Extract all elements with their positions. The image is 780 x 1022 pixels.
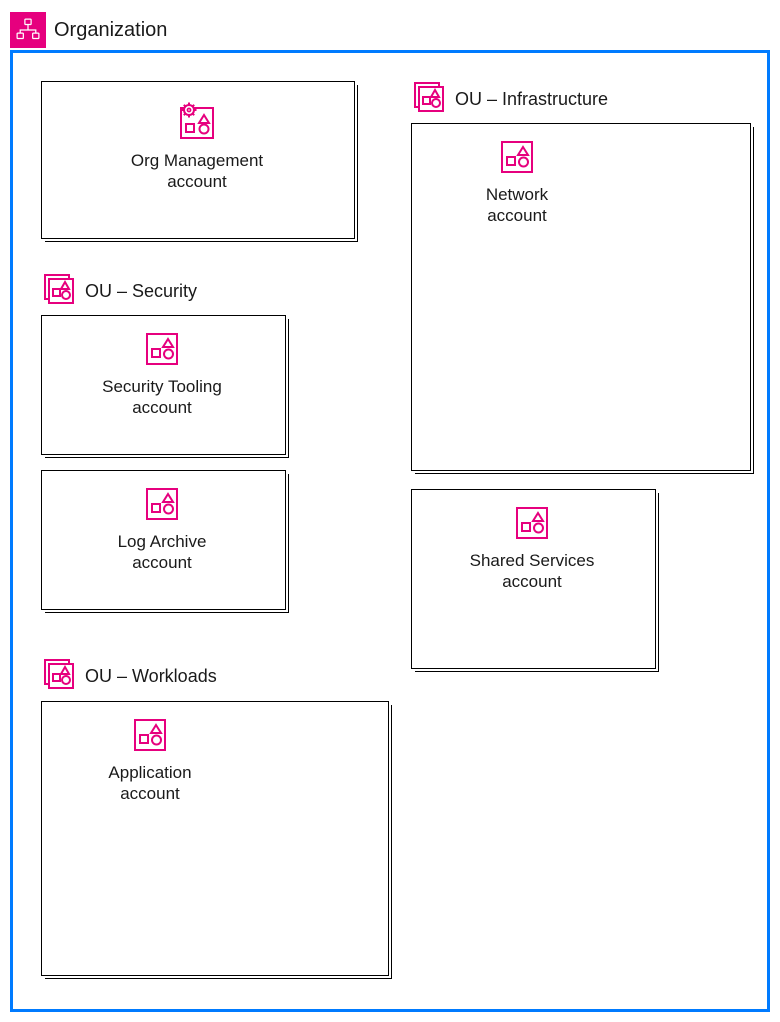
- organization-header: Organization: [10, 12, 167, 48]
- network-account-label: Network account: [452, 184, 582, 227]
- org-management-account-label: Org Management account: [112, 150, 282, 193]
- account-icon: [511, 502, 553, 544]
- organization-frame: Org Management account OU – Security Sec…: [10, 50, 770, 1012]
- ou-infrastructure-label: OU – Infrastructure: [455, 89, 608, 110]
- ou-infrastructure-box: Network account: [411, 123, 751, 471]
- ou-workloads-header: OU – Workloads: [41, 658, 217, 694]
- shared-services-account-label: Shared Services account: [452, 550, 612, 593]
- organization-title: Organization: [54, 19, 167, 42]
- ou-infrastructure-header: OU – Infrastructure: [411, 81, 608, 117]
- security-tooling-account-label: Security Tooling account: [82, 376, 242, 419]
- ou-icon: [41, 273, 77, 309]
- org-management-account-box: Org Management account: [41, 81, 355, 239]
- shared-services-account-box: Shared Services account: [411, 489, 656, 669]
- log-archive-account-box: Log Archive account: [41, 470, 286, 610]
- log-archive-account-label: Log Archive account: [82, 531, 242, 574]
- ou-icon: [411, 81, 447, 117]
- organization-icon: [10, 12, 46, 48]
- account-icon: [496, 136, 538, 178]
- ou-icon: [41, 658, 77, 694]
- account-icon: [141, 483, 183, 525]
- ou-security-label: OU – Security: [85, 281, 197, 302]
- management-account-icon: [175, 100, 219, 144]
- application-account-label: Application account: [80, 762, 220, 805]
- account-icon: [129, 714, 171, 756]
- ou-security-header: OU – Security: [41, 273, 197, 309]
- ou-workloads-label: OU – Workloads: [85, 666, 217, 687]
- account-icon: [141, 328, 183, 370]
- ou-workloads-box: Application account: [41, 701, 389, 976]
- security-tooling-account-box: Security Tooling account: [41, 315, 286, 455]
